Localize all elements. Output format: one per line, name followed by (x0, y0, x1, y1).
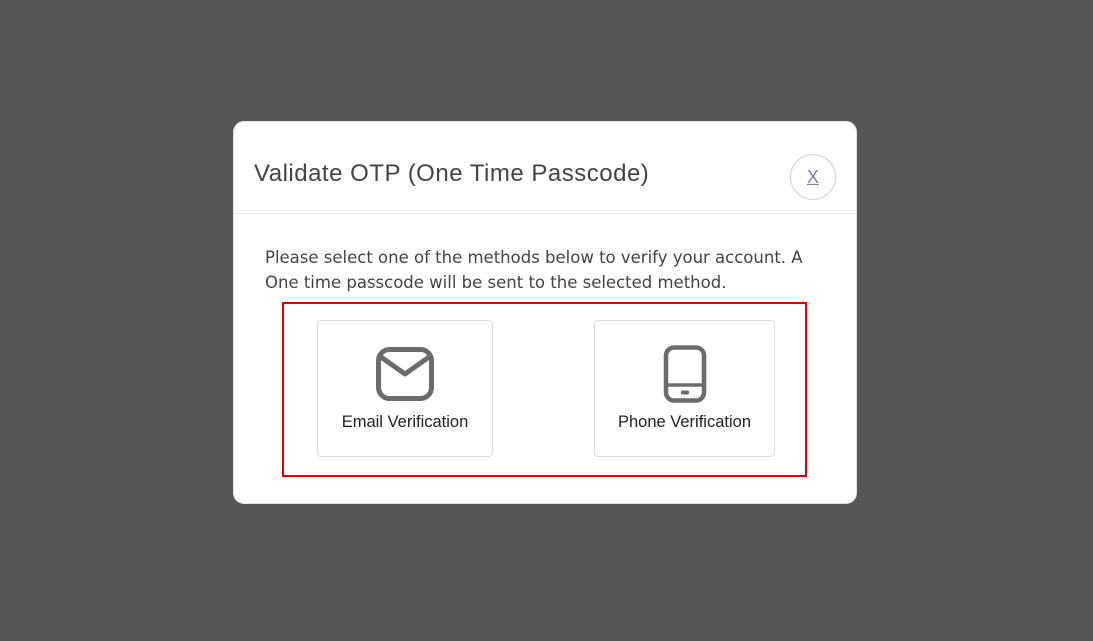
verification-methods: Email Verification Phone Verification (282, 302, 807, 477)
phone-verification-button[interactable]: Phone Verification (594, 320, 775, 457)
otp-modal: Validate OTP (One Time Passcode) X Pleas… (233, 121, 857, 504)
mobile-phone-icon (655, 345, 715, 403)
email-verification-label: Email Verification (341, 413, 469, 431)
close-button[interactable]: X (790, 154, 836, 200)
modal-header: Validate OTP (One Time Passcode) X (234, 122, 856, 214)
envelope-icon (375, 345, 435, 403)
email-verification-button[interactable]: Email Verification (317, 320, 493, 457)
phone-verification-label: Phone Verification (617, 413, 751, 431)
modal-title: Validate OTP (One Time Passcode) (254, 160, 650, 187)
instructions-text: Please select one of the methods below t… (265, 248, 803, 292)
